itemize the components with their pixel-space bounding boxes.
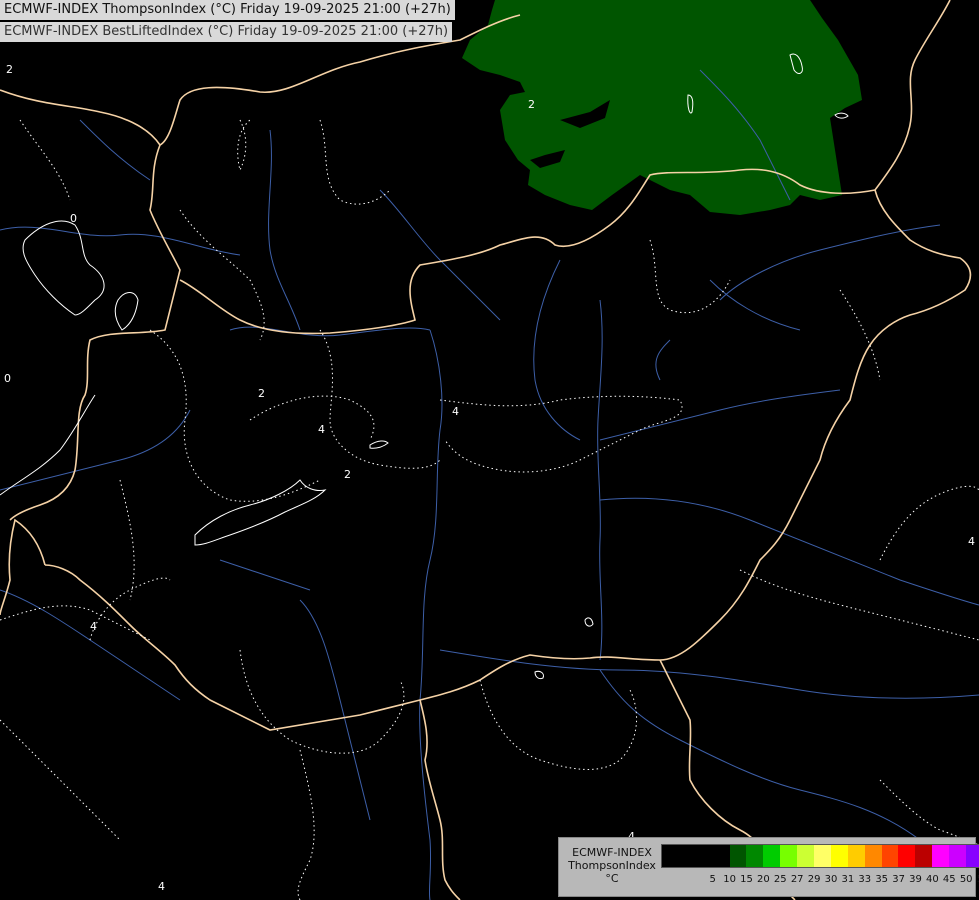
contour-label: 2 <box>528 98 535 111</box>
contour-label: 4 <box>318 423 325 436</box>
legend-swatch <box>966 845 979 867</box>
legend-swatch <box>830 845 848 867</box>
legend-swatch <box>932 845 950 867</box>
legend-tick: 31 <box>841 874 855 885</box>
legend-tick: 37 <box>892 874 905 885</box>
contour-label: 2 <box>258 387 265 400</box>
contour-label: 2 <box>344 468 351 481</box>
legend-tick: 39 <box>909 874 922 885</box>
legend-swatch <box>949 845 967 867</box>
legend-tick: 27 <box>790 874 804 885</box>
legend-swatch <box>712 845 730 867</box>
legend-ticks: 51015202527293031333537394045505560 <box>661 874 979 888</box>
legend-tick: 33 <box>858 874 872 885</box>
legend-swatch <box>729 845 747 867</box>
legend-swatch <box>780 845 798 867</box>
weather-map: 2 2 0 0 2 4 4 2 4 4 4 4 <box>0 0 979 900</box>
legend-tick: 15 <box>740 874 753 885</box>
legend-swatch <box>695 845 713 867</box>
legend-tick: 45 <box>942 874 956 885</box>
legend-tick: 40 <box>926 874 939 885</box>
contour-label: 0 <box>70 212 77 225</box>
legend-swatch <box>678 845 696 867</box>
legend-swatch <box>797 845 815 867</box>
legend-swatch <box>847 845 865 867</box>
contour-label: 2 <box>6 63 13 76</box>
map-title-bestlifted: ECMWF-INDEX BestLiftedIndex (°C) Friday … <box>0 22 453 42</box>
contour-label: 0 <box>4 372 11 385</box>
legend-parameter: ThompsonIndex <box>568 859 656 872</box>
legend-swatch <box>915 845 933 867</box>
legend-tick: 20 <box>757 874 770 885</box>
legend-swatch <box>662 845 679 867</box>
legend-tick: 25 <box>773 874 787 885</box>
legend-swatch <box>881 845 899 867</box>
color-legend: ECMWF-INDEX ThompsonIndex °C 5 10 15 20 25 27… <box>558 837 979 897</box>
map-title-thompson: ECMWF-INDEX ThompsonIndex (°C) Friday 19… <box>0 0 455 20</box>
legend-tick: 50 <box>959 874 973 885</box>
legend-tick: 30 <box>824 874 838 885</box>
contour-label: 4 <box>90 620 97 633</box>
legend-model: ECMWF-INDEX <box>572 846 652 859</box>
legend-swatch <box>746 845 764 867</box>
legend-unit: °C <box>605 872 619 885</box>
legend-label: ECMWF-INDEX ThompsonIndex °C <box>563 846 661 885</box>
contour-label: 4 <box>158 880 165 893</box>
contour-label: 4 <box>452 405 459 418</box>
legend-swatch <box>898 845 916 867</box>
legend-tick: 29 <box>807 874 821 885</box>
legend-swatch <box>864 845 882 867</box>
legend-tick: 35 <box>875 874 889 885</box>
legend-swatch <box>814 845 831 867</box>
legend-tick: 5 <box>709 874 716 885</box>
legend-swatch <box>763 845 781 867</box>
legend-swatches <box>661 844 979 868</box>
legend-tick: 10 <box>723 874 736 885</box>
contour-label: 4 <box>968 535 975 548</box>
